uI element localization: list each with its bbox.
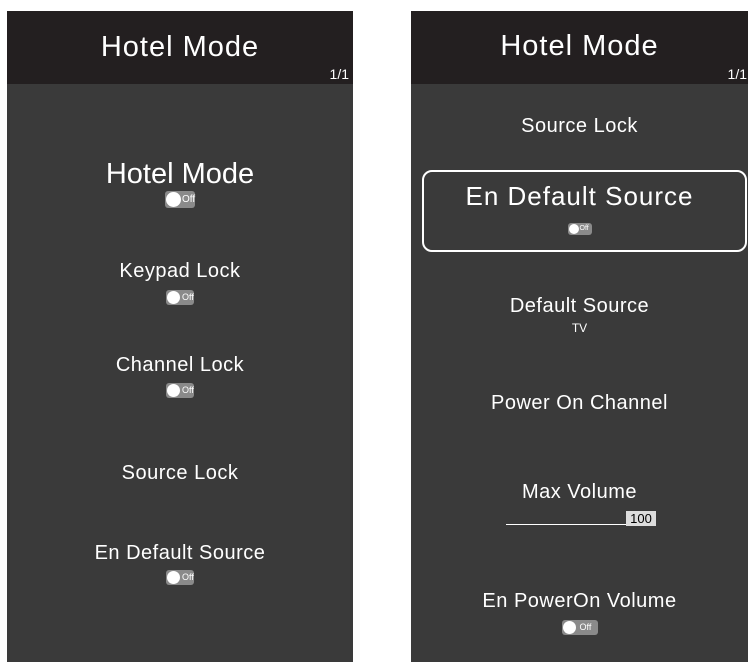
menu-item-label: Channel Lock — [115, 354, 245, 376]
left-menu-panel: Hotel Mode 1/1 Hotel Mode Off Keypad Loc… — [7, 11, 353, 662]
toggle-knob — [568, 224, 579, 234]
menu-item-label: Source Lock — [521, 115, 638, 137]
menu-item-hotel-mode[interactable]: Hotel Mode Off — [7, 158, 353, 209]
menu-item-en-default-source[interactable]: En Default Source Off — [411, 181, 748, 235]
toggle-knob — [167, 291, 180, 304]
menu-item-label: En Default Source — [465, 181, 694, 211]
menu-item-channel-lock[interactable]: Channel Lock Off — [7, 354, 353, 398]
menu-item-label: En PowerOn Volume — [482, 590, 677, 612]
menu-item-label: Keypad Lock — [119, 260, 241, 282]
menu-item-label: En Default Source — [94, 542, 266, 564]
toggle-state: Off — [182, 572, 194, 582]
menu-item-default-source[interactable]: Default Source TV — [411, 295, 748, 335]
toggle-state: Off — [182, 385, 194, 395]
en-poweron-volume-toggle[interactable]: Off — [561, 620, 598, 635]
menu-item-label: Source Lock — [121, 462, 239, 484]
en-default-source-toggle[interactable]: Off — [567, 223, 592, 235]
left-header: Hotel Mode 1/1 — [7, 11, 353, 84]
menu-item-max-volume[interactable]: Max Volume — [411, 481, 748, 504]
menu-item-keypad-lock[interactable]: Keypad Lock Off — [7, 260, 353, 305]
left-page-indicator: 1/1 — [329, 66, 349, 82]
menu-item-label: Default Source — [509, 295, 650, 317]
hotel-mode-toggle[interactable]: Off — [165, 191, 195, 208]
toggle-knob — [167, 384, 180, 397]
toggle-state: Off — [182, 292, 194, 302]
toggle-knob — [167, 571, 180, 584]
menu-item-label: Hotel Mode — [105, 158, 255, 190]
right-menu-panel: Hotel Mode 1/1 Source Lock En Default So… — [411, 11, 748, 662]
menu-item-source-lock[interactable]: Source Lock — [411, 115, 748, 138]
toggle-state: Off — [579, 225, 589, 232]
default-source-value: TV — [571, 321, 588, 335]
menu-item-label: Power On Channel — [491, 392, 668, 414]
toggle-state: Off — [182, 194, 196, 205]
toggle-knob — [562, 621, 576, 634]
keypad-lock-toggle[interactable]: Off — [166, 290, 194, 305]
en-default-source-toggle[interactable]: Off — [166, 570, 194, 585]
channel-lock-toggle[interactable]: Off — [166, 383, 194, 398]
toggle-state: Off — [579, 622, 592, 632]
left-page-title: Hotel Mode — [100, 31, 260, 63]
max-volume-value: 100 — [626, 511, 656, 526]
right-page-title: Hotel Mode — [500, 30, 659, 62]
menu-item-en-poweron-volume[interactable]: En PowerOn Volume Off — [411, 590, 748, 635]
menu-item-source-lock[interactable]: Source Lock — [7, 462, 353, 485]
right-header: Hotel Mode 1/1 — [411, 11, 748, 84]
toggle-knob — [166, 192, 181, 207]
menu-item-power-on-channel[interactable]: Power On Channel — [411, 392, 748, 415]
menu-item-label: Max Volume — [521, 481, 638, 503]
menu-item-en-default-source[interactable]: En Default Source Off — [7, 542, 353, 585]
right-page-indicator: 1/1 — [727, 66, 747, 82]
